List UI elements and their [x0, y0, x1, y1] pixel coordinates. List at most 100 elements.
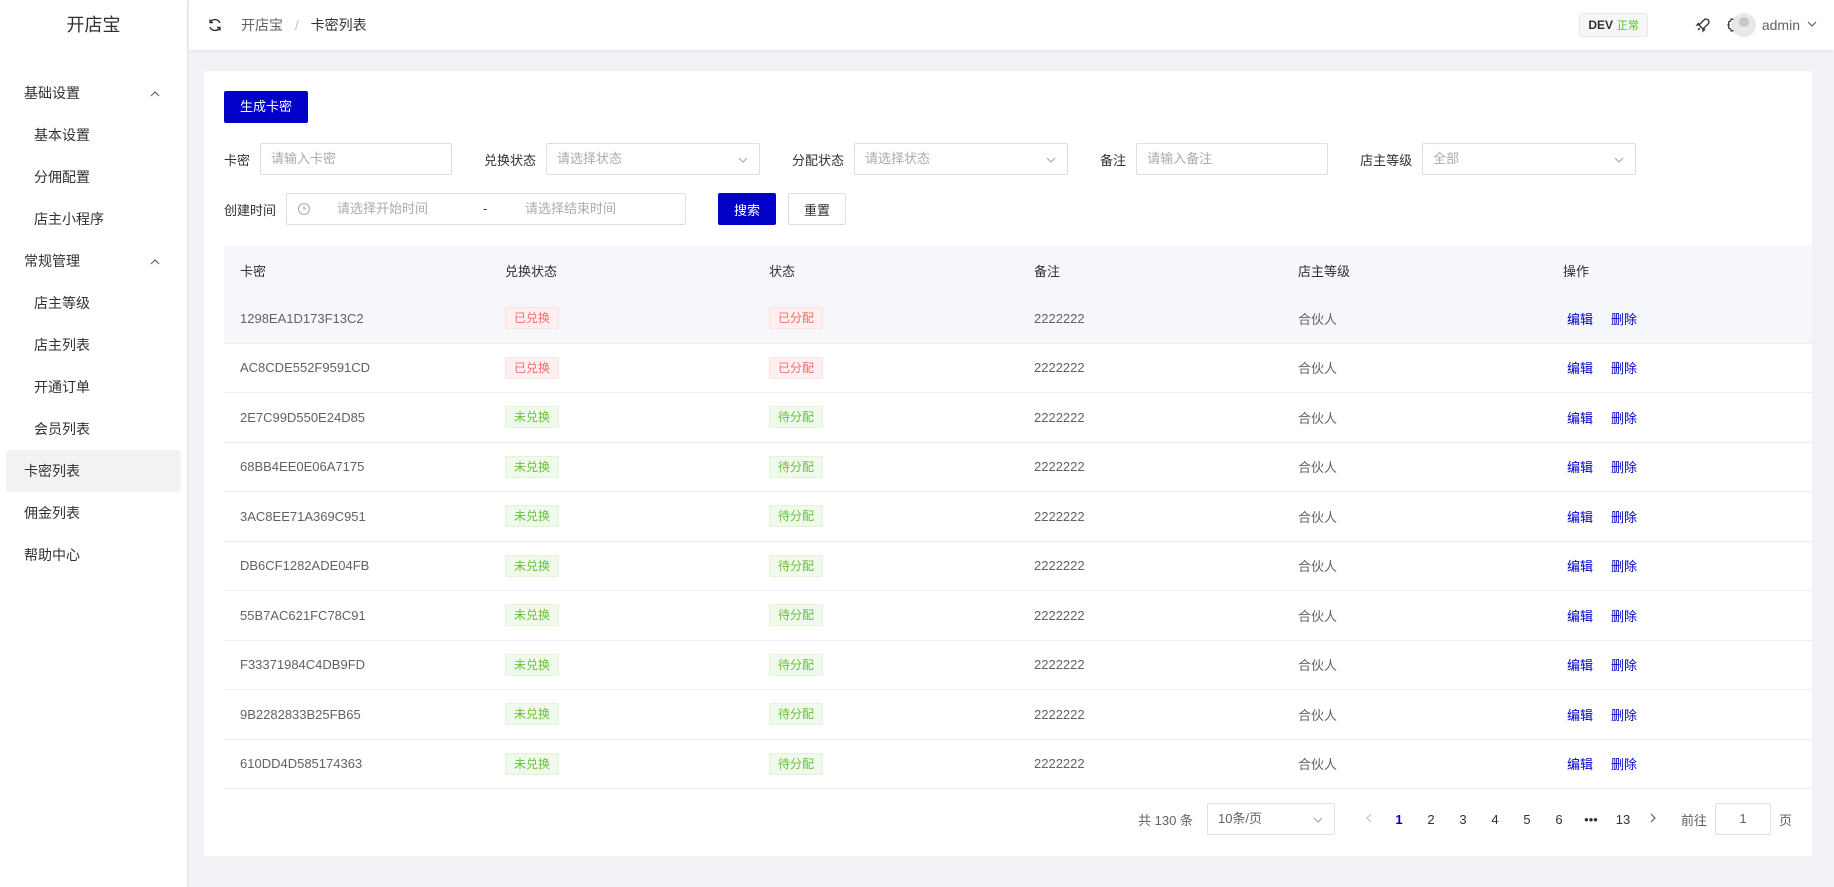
next-page-icon[interactable]: [1639, 812, 1667, 827]
delete-link[interactable]: 删除: [1607, 708, 1637, 723]
edit-link[interactable]: 编辑: [1563, 757, 1593, 772]
sidebar-group-general-management[interactable]: 常规管理: [6, 240, 181, 282]
select-value: 全部: [1433, 151, 1460, 166]
card-code-cell: 9B2282833B25FB65: [240, 706, 361, 722]
edit-link[interactable]: 编辑: [1563, 312, 1593, 327]
owner-level-select[interactable]: 全部: [1422, 143, 1637, 175]
redeem-status-tag: 未兑换: [505, 703, 560, 726]
edit-link[interactable]: 编辑: [1563, 609, 1593, 624]
assign-status-cell: 待分配: [753, 752, 1018, 775]
sidebar-item-member-list[interactable]: 会员列表: [6, 408, 181, 450]
top-header: 开店宝 / 卡密列表 DEV 正常 admin: [189, 0, 1834, 50]
delete-link[interactable]: 删除: [1607, 609, 1637, 624]
prev-page-icon[interactable]: [1355, 812, 1383, 827]
goto-page-input[interactable]: 1: [1714, 803, 1771, 835]
table-body: 1298EA1D173F13C2 已兑换 已分配 2222222 合伙人 编辑 删除 AC8C…: [224, 294, 1812, 789]
edit-link[interactable]: 编辑: [1563, 460, 1593, 475]
assign-status-cell: 待分配: [753, 604, 1018, 627]
remark-cell: 2222222: [1034, 508, 1085, 524]
assign-status-cell: 待分配: [753, 653, 1018, 676]
assign-status-tag: 待分配: [769, 653, 824, 676]
sidebar-item-commission-config[interactable]: 分佣配置: [6, 156, 181, 198]
delete-link[interactable]: 删除: [1607, 361, 1637, 376]
sidebar-item-mini-program[interactable]: 店主小程序: [6, 198, 181, 240]
page-jumper: 前往 1 页: [1681, 803, 1792, 835]
edit-link[interactable]: 编辑: [1563, 361, 1593, 376]
owner-level-cell: 合伙人: [1298, 658, 1338, 674]
sidebar-group-basic-settings[interactable]: 基础设置: [6, 72, 181, 114]
delete-link[interactable]: 删除: [1607, 559, 1637, 574]
redeem-status-cell: 未兑换: [489, 554, 753, 577]
sidebar-item-basic-settings[interactable]: 基本设置: [6, 114, 181, 156]
sidebar-item-open-orders[interactable]: 开通订单: [6, 366, 181, 408]
rocket-icon[interactable]: [1694, 16, 1712, 34]
column-header: 操作: [1563, 263, 1590, 279]
filter-row-2: 创建时间 请选择开始时间 - 请选择结束时间 搜索 重置: [224, 193, 847, 225]
chevron-down-icon: [1806, 12, 1818, 38]
delete-link[interactable]: 删除: [1607, 510, 1637, 525]
edit-link[interactable]: 编辑: [1563, 411, 1593, 426]
assign-status-cell: 待分配: [753, 505, 1018, 528]
table-row: DB6CF1282ADE04FB 未兑换 待分配 2222222 合伙人 编辑 删除: [224, 542, 1812, 591]
owner-level-cell: 合伙人: [1298, 559, 1338, 575]
delete-link[interactable]: 删除: [1607, 411, 1637, 426]
created-date-range[interactable]: 请选择开始时间 - 请选择结束时间: [286, 193, 687, 225]
sidebar-item-owner-list[interactable]: 店主列表: [6, 324, 181, 366]
remark-cell: 2222222: [1034, 409, 1085, 425]
redeem-status-tag: 未兑换: [505, 505, 560, 528]
user-menu[interactable]: admin: [1731, 12, 1818, 38]
redeem-status-select[interactable]: 请选择状态: [546, 143, 761, 175]
edit-link[interactable]: 编辑: [1563, 510, 1593, 525]
owner-level-cell: 合伙人: [1298, 707, 1338, 723]
generate-card-button[interactable]: 生成卡密: [224, 91, 309, 123]
page-number[interactable]: 2: [1415, 812, 1447, 827]
sidebar-item-card-list[interactable]: 卡密列表: [6, 450, 181, 492]
page-number[interactable]: 13: [1607, 812, 1639, 827]
edit-link[interactable]: 编辑: [1563, 708, 1593, 723]
end-date-input[interactable]: 请选择结束时间: [525, 194, 616, 224]
table-row: AC8CDE552F9591CD 已兑换 已分配 2222222 合伙人 编辑 删除: [224, 344, 1812, 393]
page-number[interactable]: 3: [1447, 812, 1479, 827]
sidebar-item-owner-level[interactable]: 店主等级: [6, 282, 181, 324]
page-number[interactable]: 1: [1383, 812, 1415, 827]
assign-status-select[interactable]: 请选择状态: [854, 143, 1069, 175]
filter-label: 创建时间: [224, 202, 277, 218]
redeem-status-cell: 已兑换: [489, 356, 753, 379]
page-number[interactable]: 4: [1479, 812, 1511, 827]
redeem-status-cell: 未兑换: [489, 703, 753, 726]
remark-input[interactable]: 请输入备注: [1136, 143, 1329, 175]
refresh-icon[interactable]: [207, 17, 223, 33]
page-number[interactable]: 5: [1511, 812, 1543, 827]
actions-cell: 编辑 删除: [1547, 507, 1812, 526]
edit-link[interactable]: 编辑: [1563, 559, 1593, 574]
search-button[interactable]: 搜索: [718, 193, 777, 225]
page-size-select[interactable]: 10条/页: [1206, 803, 1335, 835]
reset-button[interactable]: 重置: [788, 193, 847, 225]
table-row: 3AC8EE71A369C951 未兑换 待分配 2222222 合伙人 编辑 删除: [224, 492, 1812, 542]
edit-link[interactable]: 编辑: [1563, 658, 1593, 673]
redeem-status-cell: 未兑换: [489, 752, 753, 775]
more-pages-icon[interactable]: •••: [1575, 812, 1607, 827]
sidebar-item-commission-list[interactable]: 佣金列表: [6, 492, 181, 534]
sidebar-item-help-center[interactable]: 帮助中心: [6, 534, 181, 576]
delete-link[interactable]: 删除: [1607, 658, 1637, 673]
start-date-input[interactable]: 请选择开始时间: [337, 194, 483, 224]
breadcrumb-home[interactable]: 开店宝: [241, 17, 283, 33]
redeem-status-tag: 未兑换: [505, 752, 560, 775]
redeem-status-cell: 已兑换: [489, 307, 753, 330]
assign-status-tag: 待分配: [769, 752, 824, 775]
redeem-status-cell: 未兑换: [489, 505, 753, 528]
page-number[interactable]: 6: [1543, 812, 1575, 827]
card-code-input[interactable]: 请输入卡密: [260, 143, 453, 175]
assign-status-tag: 待分配: [769, 455, 824, 478]
redeem-status-tag: 未兑换: [505, 653, 560, 676]
table-row: F33371984C4DB9FD 未兑换 待分配 2222222 合伙人 编辑 删除: [224, 641, 1812, 690]
owner-level-cell: 合伙人: [1298, 757, 1338, 773]
owner-level-cell: 合伙人: [1298, 410, 1338, 426]
delete-link[interactable]: 删除: [1607, 460, 1637, 475]
delete-link[interactable]: 删除: [1607, 312, 1637, 327]
delete-link[interactable]: 删除: [1607, 757, 1637, 772]
card-code-cell: 55B7AC621FC78C91: [240, 607, 366, 623]
redeem-status-tag: 已兑换: [505, 307, 560, 330]
owner-level-cell: 合伙人: [1298, 608, 1338, 624]
